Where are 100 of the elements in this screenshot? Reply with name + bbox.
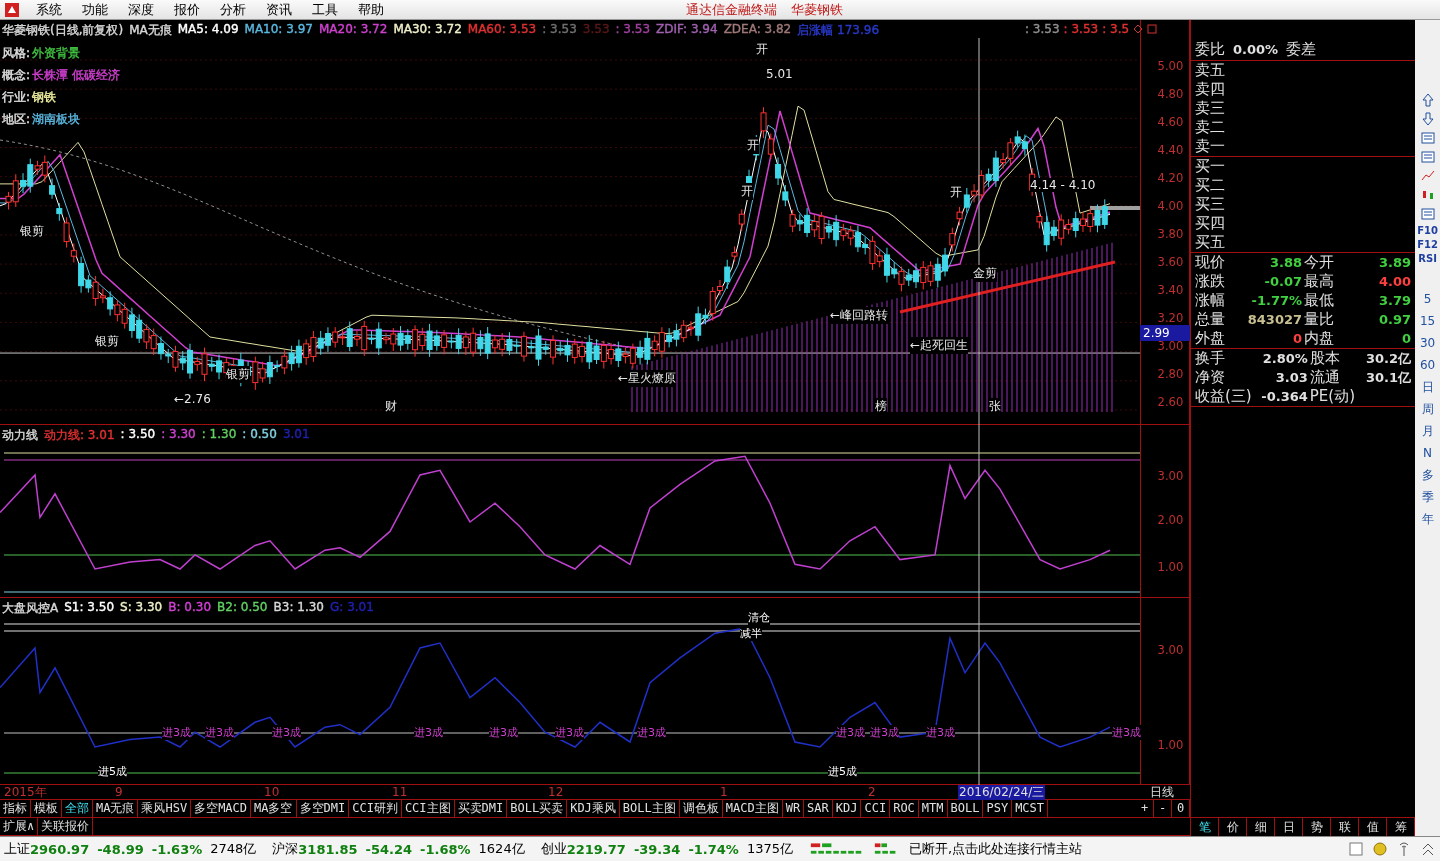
indicator-legend: MA无痕 xyxy=(129,22,172,39)
quote-value: 4.00 xyxy=(1378,273,1412,291)
signal-label: 进3成 xyxy=(1112,725,1141,740)
period-button[interactable]: 周 xyxy=(1421,400,1434,419)
quote-value: -0.364 xyxy=(1260,388,1308,406)
quote-value: 3.88 xyxy=(1268,254,1303,272)
info-value: 钢铁 xyxy=(32,88,57,106)
info-label: 概念: xyxy=(2,66,31,84)
period-button[interactable]: 月 xyxy=(1421,422,1434,441)
window-title: 华菱钢铁 xyxy=(791,0,843,19)
indicator-legend: MA10: 3.97 xyxy=(244,22,313,39)
indicator-tab[interactable]: 模板 xyxy=(31,800,62,817)
quote-value: 3.79 xyxy=(1378,292,1412,310)
indicator-tab[interactable]: 全部 xyxy=(62,800,93,817)
indicator-tab[interactable]: 多空MACD xyxy=(191,800,252,817)
menu-item[interactable]: 报价 xyxy=(164,0,210,19)
menu-item[interactable]: 功能 xyxy=(72,0,118,19)
signal-label: 进3成 xyxy=(272,725,301,740)
menu-item[interactable]: 系统 xyxy=(26,0,72,19)
indicator-legend: ZDIF: 3.94 xyxy=(656,22,718,39)
indicator-legend: : 3.53 xyxy=(615,22,651,39)
period-button[interactable]: 15 xyxy=(1419,312,1436,331)
time-axis-label: 1 xyxy=(720,785,728,800)
connection-status[interactable]: 已断开,点击此处连接行情主站 xyxy=(909,840,1083,858)
signal-label: 减半 xyxy=(740,626,762,641)
indicator-tab[interactable]: MA多空 xyxy=(251,800,297,817)
price-axis-label: 3.40 xyxy=(1157,283,1184,298)
double-arrow-up-icon[interactable] xyxy=(1420,841,1436,857)
arrow-up-icon[interactable] xyxy=(1419,92,1436,108)
price-axis-label: 3.80 xyxy=(1157,227,1184,242)
menu-item[interactable]: 帮助 xyxy=(348,0,394,19)
quote-value: 843027 xyxy=(1246,311,1303,329)
chart-annotation: 5.01 xyxy=(766,67,793,81)
indicator-legend: 3.01 xyxy=(282,427,310,444)
quote-label: 涨跌 xyxy=(1195,272,1225,291)
toolbar-button[interactable]: RSI xyxy=(1418,253,1437,264)
chart-annotation: ←起死回生 xyxy=(910,337,969,354)
index-value: 3181.85 xyxy=(298,841,358,857)
indicator-legend: G: 3.01 xyxy=(329,600,374,617)
chart-annotation: 财 xyxy=(385,398,397,415)
indicator-legend: : 0.50 xyxy=(242,427,277,444)
indicator-legend: B: 0.30 xyxy=(168,600,212,617)
chart-annotation: 开 xyxy=(756,41,768,58)
quote-value: 0 xyxy=(1292,330,1303,348)
axis-label: 2.00 xyxy=(1157,513,1184,528)
chart-annotation: 开 xyxy=(741,183,753,200)
quote-value: 30.1亿 xyxy=(1365,369,1412,387)
indicator-tab[interactable]: MA无痕 xyxy=(93,800,139,817)
period-button[interactable]: 60 xyxy=(1419,356,1436,375)
period-label: 日线 xyxy=(1150,785,1174,800)
indicator-legend: S1: 3.50 xyxy=(64,600,115,617)
period-button[interactable]: 多 xyxy=(1421,466,1434,485)
indicator-tab[interactable]: 乘风HSV xyxy=(138,800,192,817)
period-button[interactable]: 30 xyxy=(1419,334,1436,353)
coin-icon[interactable] xyxy=(1372,841,1388,857)
list-icon[interactable] xyxy=(1419,130,1436,146)
menu-item[interactable]: 深度 xyxy=(118,0,164,19)
indicator-tab[interactable]: 指标 xyxy=(0,800,31,817)
quote-value: 3.89 xyxy=(1378,254,1412,272)
quote-value: -1.77% xyxy=(1250,292,1303,310)
period-button[interactable]: 季 xyxy=(1421,488,1434,507)
toolbar-button[interactable]: F10 xyxy=(1417,225,1438,236)
price-axis-label: 2.60 xyxy=(1157,395,1184,410)
price-axis-label: 4.60 xyxy=(1157,115,1184,130)
period-button[interactable]: 5 xyxy=(1423,290,1432,309)
quote-label: 总量 xyxy=(1195,310,1225,329)
quote-label: 量比 xyxy=(1304,310,1335,329)
index-name: 创业 xyxy=(540,840,567,858)
indicator-tab[interactable]: SAR xyxy=(804,800,833,817)
period-button[interactable]: N xyxy=(1423,444,1433,463)
chart-annotation: 银剪 xyxy=(95,333,119,350)
menu-item[interactable]: 工具 xyxy=(302,0,348,19)
indicator-legend: 华菱钢铁(日线,前复权) xyxy=(2,22,124,39)
extra-tab[interactable]: 关联报价 xyxy=(38,818,94,835)
quote-label: 委比 xyxy=(1195,39,1225,59)
indicator-legend: 大盘风控A xyxy=(2,600,59,617)
quote-value: 3.03 xyxy=(1274,369,1308,387)
app-logo-icon xyxy=(4,1,20,18)
quote-label: 委差 xyxy=(1286,39,1317,59)
toolbar-button[interactable]: F12 xyxy=(1417,239,1438,250)
extra-tab[interactable]: 扩展∧ xyxy=(0,818,39,835)
menu-item[interactable]: 分析 xyxy=(210,0,256,19)
indicator-tab[interactable]: WR xyxy=(782,800,805,817)
resistance-line xyxy=(1090,206,1140,210)
indicator-tab[interactable]: MCST xyxy=(1012,800,1049,817)
diamond-icon[interactable] xyxy=(1133,24,1144,34)
time-axis-label: 2 xyxy=(868,785,876,800)
axis-label: 1.00 xyxy=(1157,737,1184,752)
index-name: 上证 xyxy=(4,840,30,858)
quote-label: 今开 xyxy=(1304,253,1335,272)
period-button[interactable]: 年 xyxy=(1421,510,1434,529)
arrow-down-icon[interactable] xyxy=(1419,111,1436,127)
chart-annotation: ←2.76 xyxy=(174,392,211,406)
chart-annotation: 开 xyxy=(747,137,759,154)
menu-item[interactable]: 资讯 xyxy=(256,0,302,19)
period-button[interactable]: 日 xyxy=(1421,378,1434,397)
quote-label: 内盘 xyxy=(1304,329,1335,348)
quote-label: 换手 xyxy=(1195,349,1226,368)
chart-annotation: 4.14 - 4.10 xyxy=(1030,178,1096,192)
document-icon[interactable] xyxy=(1348,841,1364,857)
